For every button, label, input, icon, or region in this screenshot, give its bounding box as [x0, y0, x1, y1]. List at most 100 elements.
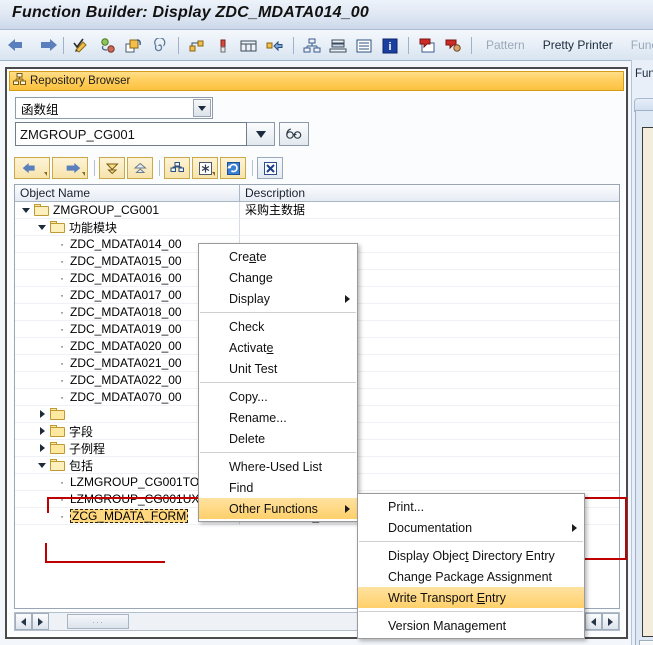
button-divider	[252, 160, 253, 176]
tree-node-label: ZDC_MDATA019_00	[70, 322, 182, 336]
context-menu[interactable]: Create Change Display Check Activate Unit Tes…	[198, 243, 358, 522]
back-arrow-icon[interactable]	[7, 34, 31, 58]
toolbar-divider	[471, 37, 472, 54]
menu-item-display-object-directory-entry[interactable]: Display Object Directory Entry	[358, 545, 584, 566]
chevron-right-icon[interactable]	[37, 443, 48, 454]
bullet-icon: ·	[60, 373, 64, 387]
insert-statement-icon[interactable]	[211, 34, 235, 58]
menu-item-label: Check	[229, 319, 265, 334]
pencil-check-icon[interactable]	[70, 34, 94, 58]
expand-all-button[interactable]	[99, 157, 125, 179]
menu-item-print[interactable]: Print...	[358, 496, 584, 517]
menu-item-delete[interactable]: Delete	[199, 428, 357, 449]
chevron-down-icon[interactable]	[193, 99, 211, 117]
context-submenu-other-functions[interactable]: Print... Documentation Display Object Dire…	[357, 493, 585, 639]
object-type-select[interactable]: 函数组	[15, 97, 213, 119]
function-module-button[interactable]: Function M	[622, 30, 653, 61]
toolbar-divider	[63, 37, 64, 54]
tree-node-label: 包括	[69, 458, 94, 473]
scroll-right-button[interactable]	[32, 613, 49, 630]
menu-item-change-package-assignment[interactable]: Change Package Assignment	[358, 566, 584, 587]
chevron-down-icon[interactable]	[37, 222, 48, 233]
debug-icon[interactable]	[415, 34, 439, 58]
tree-node-label: ZDC_MDATA022_00	[70, 373, 182, 387]
menu-item-label: Display Object Directory Entry	[388, 548, 555, 563]
hierarchy-icon[interactable]	[300, 34, 324, 58]
menu-item-other-functions[interactable]: Other Functions	[199, 498, 357, 519]
refresh-icon	[226, 161, 240, 175]
menu-item-write-transport-entry[interactable]: Write Transport Entry	[358, 587, 584, 608]
panel-scroll-left-button[interactable]	[639, 640, 653, 645]
menu-item-copy[interactable]: Copy...	[199, 386, 357, 407]
scrollbar-thumb[interactable]: ···	[67, 614, 129, 629]
pretty-printer-button[interactable]: Pretty Printer	[534, 30, 622, 61]
toolbar-divider	[178, 37, 179, 54]
source-code-editor[interactable]	[642, 127, 653, 637]
where-used-icon[interactable]	[185, 34, 209, 58]
object-list-icon[interactable]	[96, 34, 120, 58]
menu-item-find[interactable]: Find	[199, 477, 357, 498]
forward-arrow-icon[interactable]	[33, 34, 57, 58]
menu-item-where-used-list[interactable]: Where-Used List	[199, 456, 357, 477]
cancel-button[interactable]	[257, 157, 283, 179]
stack-icon[interactable]	[326, 34, 350, 58]
chevron-right-icon[interactable]	[37, 426, 48, 437]
menu-item-create[interactable]: Create	[199, 246, 357, 267]
bullet-icon: ·	[60, 288, 64, 302]
pattern-button[interactable]: Pattern	[477, 30, 534, 61]
info-icon[interactable]: i	[378, 34, 402, 58]
navigate-icon[interactable]	[263, 34, 287, 58]
table-row[interactable]: ZMGROUP_CG001 采购主数据	[15, 202, 619, 219]
hierarchy-icon	[13, 73, 26, 89]
menu-item-rename[interactable]: Rename...	[199, 407, 357, 428]
menu-item-change[interactable]: Change	[199, 267, 357, 288]
chevron-down-icon[interactable]	[21, 205, 32, 216]
svg-text:i: i	[388, 41, 391, 53]
nav-forward-button[interactable]	[52, 157, 88, 179]
toolbar-divider	[293, 37, 294, 54]
list-icon[interactable]	[352, 34, 376, 58]
tree-node-label: 功能模块	[69, 220, 118, 235]
menu-item-documentation[interactable]: Documentation	[358, 517, 584, 538]
scroll-right-button-right[interactable]	[602, 613, 619, 630]
table-row[interactable]: 功能模块	[15, 219, 619, 236]
collapse-all-button[interactable]	[127, 157, 153, 179]
scroll-left-button[interactable]	[15, 613, 32, 630]
search-help-button[interactable]	[279, 122, 309, 146]
spiral-icon[interactable]	[148, 34, 172, 58]
menu-item-check[interactable]: Check	[199, 316, 357, 337]
menu-item-activate[interactable]: Activate	[199, 337, 357, 358]
tree-node-object-name[interactable]: 功能模块	[15, 219, 240, 236]
folder-icon	[34, 204, 49, 216]
new-object-button[interactable]	[192, 157, 218, 179]
tree-node-description: 采购主数据	[240, 202, 619, 219]
tree-node-object-name[interactable]: ZMGROUP_CG001	[15, 202, 240, 219]
copy-object-icon[interactable]	[122, 34, 146, 58]
menu-item-label: Unit Test	[229, 361, 278, 376]
menu-item-unit-test[interactable]: Unit Test	[199, 358, 357, 379]
bullet-icon: ·	[60, 339, 64, 353]
menu-item-display[interactable]: Display	[199, 288, 357, 309]
chevron-right-icon[interactable]	[37, 409, 48, 420]
object-name-input[interactable]: ZMGROUP_CG001	[15, 122, 247, 146]
bullet-icon: ·	[60, 305, 64, 319]
nav-back-button[interactable]	[14, 157, 50, 179]
page-title: Function Builder: Display ZDC_MDATA014_0…	[12, 4, 369, 21]
function-module-panel: Fun	[631, 60, 653, 645]
menu-item-label: Copy...	[229, 389, 268, 404]
breakpoint-icon[interactable]	[441, 34, 465, 58]
chevron-down-icon[interactable]	[37, 460, 48, 471]
object-name-dropdown-button[interactable]	[247, 122, 275, 146]
object-list-button[interactable]	[164, 157, 190, 179]
refresh-button[interactable]	[220, 157, 246, 179]
tree-node-label: LZMGROUP_CG001UXX	[70, 492, 208, 506]
function-module-panel-title: Fun	[635, 68, 653, 80]
tree-node-label: ZDC_MDATA018_00	[70, 305, 182, 319]
menu-item-label: Change	[229, 270, 273, 285]
menu-item-version-management[interactable]: Version Management	[358, 615, 584, 636]
object-name-input-value: ZMGROUP_CG001	[20, 126, 135, 142]
folder-icon	[50, 221, 65, 233]
table-display-icon[interactable]	[237, 34, 261, 58]
bullet-icon: ·	[60, 509, 64, 523]
scroll-left-button-right[interactable]	[585, 613, 602, 630]
